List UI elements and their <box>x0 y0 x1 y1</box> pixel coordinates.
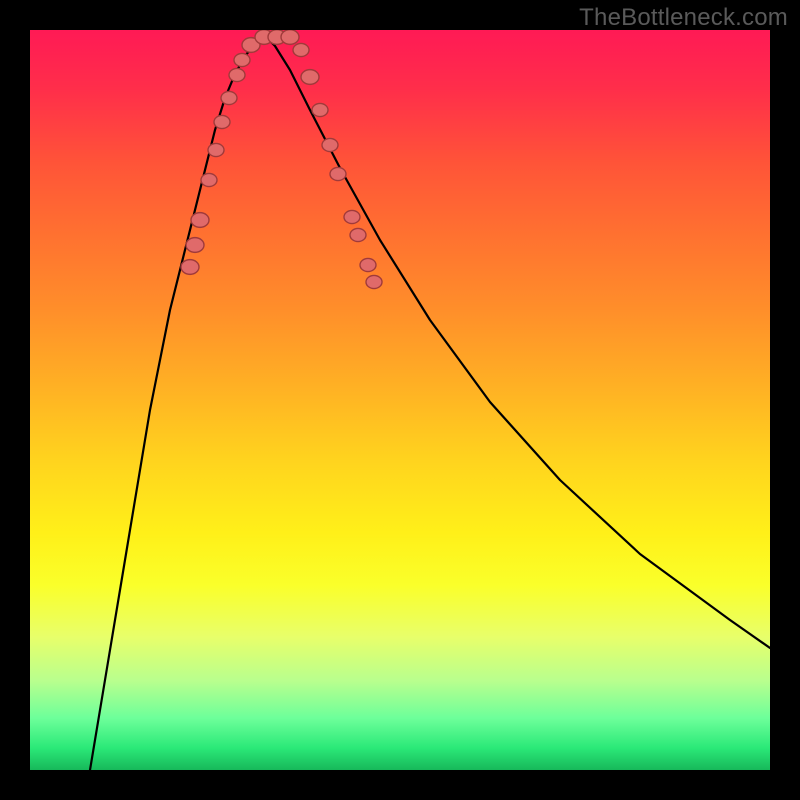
data-marker <box>181 260 199 275</box>
series-left-branch <box>90 36 265 770</box>
data-marker <box>360 258 376 271</box>
curve-layer <box>30 30 770 770</box>
data-marker <box>344 210 360 223</box>
data-marker <box>330 167 346 180</box>
data-marker <box>214 115 230 128</box>
data-marker <box>234 53 250 66</box>
data-marker <box>322 138 338 151</box>
data-marker <box>208 143 224 156</box>
data-marker <box>221 91 237 104</box>
data-marker <box>191 213 209 228</box>
data-marker <box>201 173 217 186</box>
data-marker <box>350 228 366 241</box>
plot-area <box>30 30 770 770</box>
data-markers <box>181 30 382 289</box>
watermark-text: TheBottleneck.com <box>579 4 788 32</box>
data-marker <box>186 238 204 253</box>
chart-frame: TheBottleneck.com <box>0 0 800 800</box>
data-marker <box>229 68 245 81</box>
data-marker <box>301 70 319 85</box>
data-marker <box>366 275 382 288</box>
data-marker <box>312 103 328 116</box>
series-right-branch <box>265 36 770 648</box>
bottleneck-curve <box>90 36 770 770</box>
data-marker <box>281 30 299 44</box>
data-marker <box>293 43 309 56</box>
